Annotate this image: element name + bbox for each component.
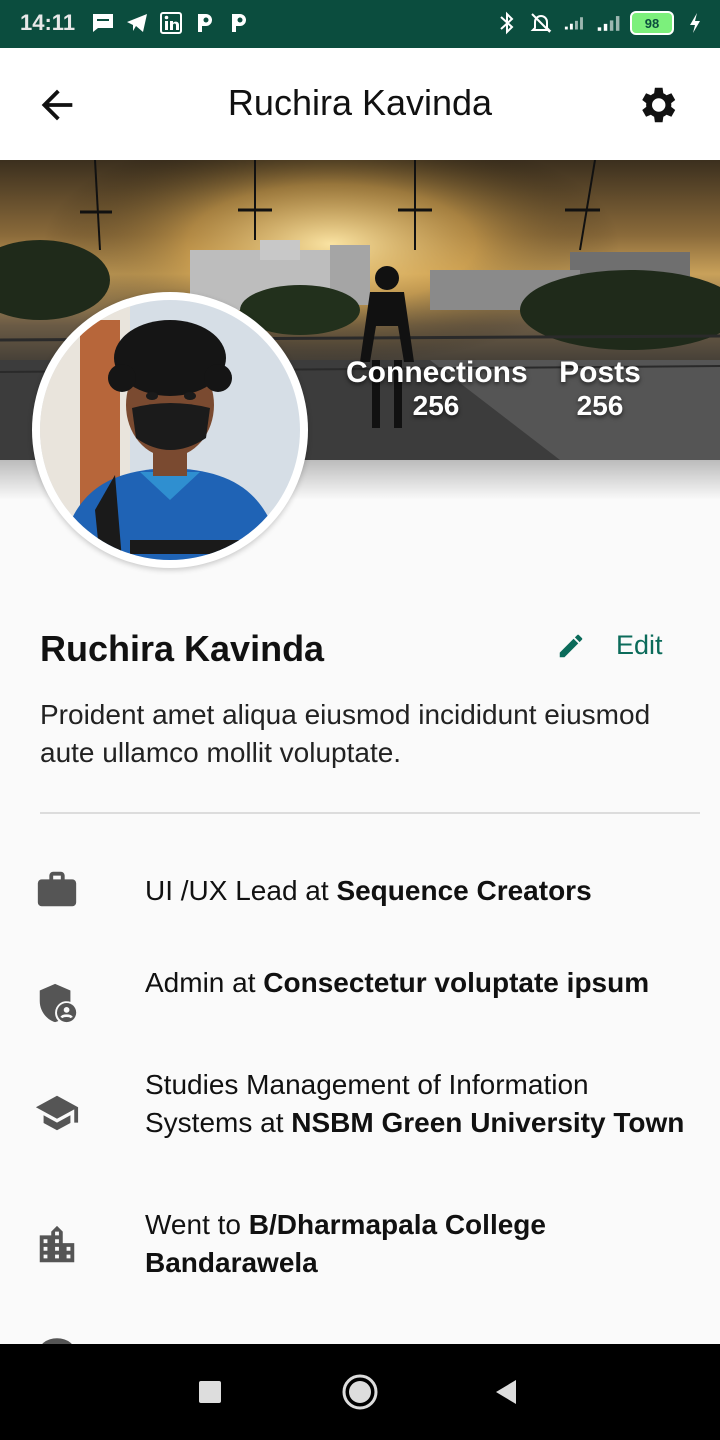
telegram-icon [124, 10, 150, 36]
signal-icon [562, 10, 588, 36]
recent-apps-icon[interactable] [190, 1372, 230, 1412]
profile-name: Ruchira Kavinda [40, 628, 325, 669]
system-icons: 98 [494, 10, 708, 36]
settings-button[interactable] [634, 82, 680, 128]
page-title: Ruchira Kavinda [227, 82, 493, 123]
admin-shield-icon [39, 983, 77, 1023]
posts-stat[interactable]: Posts 256 [552, 356, 648, 422]
bluetooth-icon [494, 10, 520, 36]
posts-count: 256 [576, 390, 624, 421]
connections-count: 256 [412, 390, 460, 421]
p-app-icon [192, 10, 218, 36]
edit-button[interactable]: Edit [556, 630, 663, 661]
profile-bio: Proident amet aliqua eiusmod incididunt … [40, 699, 651, 768]
mute-icon [528, 10, 554, 36]
signal-icon-2 [596, 10, 622, 36]
notification-icons [90, 10, 252, 36]
edit-label: Edit [616, 630, 663, 660]
info-highlight[interactable]: NSBM Green University Town [291, 1107, 684, 1138]
linkedin-icon [158, 10, 184, 36]
info-prefix: Admin at [145, 967, 264, 998]
connections-label: Connections [346, 356, 528, 389]
p-app-icon-2 [226, 10, 252, 36]
info-highlight[interactable]: Sequence Creators [336, 875, 591, 906]
profile-photo [40, 300, 300, 560]
avatar[interactable] [32, 292, 308, 568]
back-nav-icon[interactable] [486, 1372, 526, 1412]
app-bar: Ruchira Kavinda [0, 48, 720, 160]
info-text-admin: Admin at Consectetur voluptate ipsum [145, 964, 685, 1002]
connections-stat[interactable]: Connections 256 [346, 356, 528, 422]
info-text-studies: Studies Management of Information System… [145, 1066, 685, 1142]
info-highlight[interactable]: Consectetur voluptate ipsum [263, 967, 649, 998]
info-prefix: Went to [145, 1209, 249, 1240]
briefcase-icon [37, 871, 77, 907]
battery-indicator: 98 [630, 11, 674, 35]
charging-icon [682, 10, 708, 36]
info-text-school: Went to B/Dharmapala College Bandarawela [145, 1206, 685, 1282]
message-icon [90, 10, 116, 36]
pencil-icon [559, 634, 583, 657]
divider [40, 812, 700, 814]
building-icon [39, 1225, 75, 1263]
info-prefix: UI /UX Lead at [145, 875, 337, 906]
status-time: 14:11 [20, 10, 76, 35]
info-text-work: UI /UX Lead at Sequence Creators [145, 872, 685, 910]
navigation-bar [0, 1344, 720, 1440]
posts-label: Posts [559, 356, 641, 389]
home-icon[interactable] [340, 1372, 380, 1412]
status-bar: 14:11 98 [0, 0, 720, 48]
gear-icon [642, 87, 676, 123]
graduation-cap-icon [35, 1095, 79, 1131]
